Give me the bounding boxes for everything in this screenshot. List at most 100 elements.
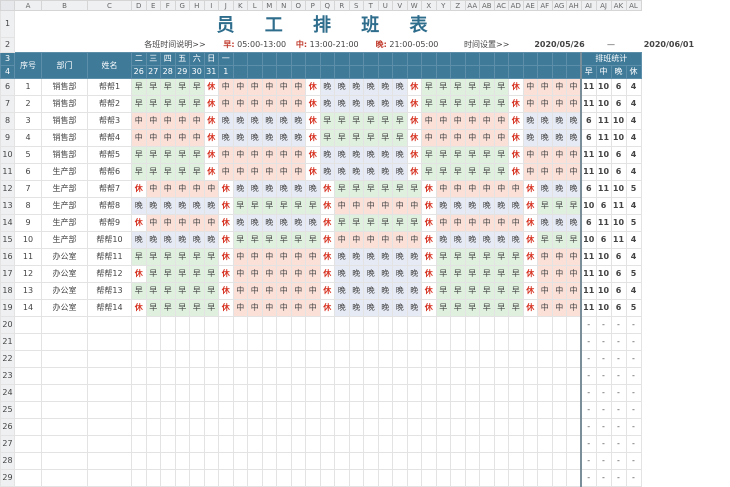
shift-cell[interactable]: 早 xyxy=(276,196,292,215)
empty-cell[interactable] xyxy=(131,451,147,470)
shift-cell[interactable]: 早 xyxy=(203,264,219,283)
shift-cell[interactable]: 晚 xyxy=(363,264,379,283)
dept-cell[interactable]: 销售部 xyxy=(41,145,88,164)
empty-cell[interactable] xyxy=(305,366,321,385)
shift-cell[interactable]: 晚 xyxy=(232,128,248,147)
empty-cell[interactable] xyxy=(392,417,408,436)
shift-cell[interactable]: 中 xyxy=(276,77,292,96)
shift-cell[interactable]: 早 xyxy=(435,281,451,300)
empty-cell[interactable] xyxy=(232,383,248,402)
shift-cell[interactable]: 中 xyxy=(261,247,277,266)
shift-cell[interactable]: 晚 xyxy=(392,77,408,96)
empty-cell[interactable] xyxy=(276,366,292,385)
empty-stat-cell[interactable]: - xyxy=(625,383,642,402)
stat-cell[interactable]: 6 xyxy=(610,162,627,181)
shift-cell[interactable]: 休 xyxy=(203,111,219,130)
shift-cell[interactable]: 中 xyxy=(189,111,205,130)
select-all-corner[interactable] xyxy=(0,0,15,11)
empty-stat-cell[interactable]: - xyxy=(625,434,642,453)
row-header[interactable]: 1 xyxy=(0,10,15,38)
shift-cell[interactable]: 中 xyxy=(174,111,190,130)
empty-cell[interactable] xyxy=(189,434,205,453)
shift-cell[interactable]: 中 xyxy=(203,213,219,232)
column-header[interactable]: AB xyxy=(479,0,495,11)
shift-cell[interactable]: 早 xyxy=(334,179,350,198)
shift-cell[interactable]: 中 xyxy=(290,162,306,181)
empty-cell[interactable] xyxy=(290,451,306,470)
column-header[interactable]: M xyxy=(261,0,277,11)
empty-cell[interactable] xyxy=(392,332,408,351)
shift-cell[interactable]: 晚 xyxy=(406,281,422,300)
name-cell[interactable]: 帮帮14 xyxy=(87,298,132,317)
empty-cell[interactable] xyxy=(174,451,190,470)
column-header[interactable]: AI xyxy=(580,0,597,11)
empty-cell[interactable] xyxy=(14,468,42,487)
column-header[interactable]: T xyxy=(363,0,379,11)
shift-cell[interactable]: 中 xyxy=(334,196,350,215)
shift-cell[interactable]: 晚 xyxy=(377,94,393,113)
empty-cell[interactable] xyxy=(145,366,161,385)
dept-cell[interactable]: 销售部 xyxy=(41,94,88,113)
shift-cell[interactable]: 中 xyxy=(232,94,248,113)
shift-cell[interactable]: 休 xyxy=(406,145,422,164)
empty-cell[interactable] xyxy=(218,315,234,334)
empty-cell[interactable] xyxy=(479,349,495,368)
column-header[interactable]: X xyxy=(421,0,437,11)
stat-cell[interactable]: 6 xyxy=(610,77,627,96)
empty-cell[interactable] xyxy=(508,434,524,453)
empty-cell[interactable] xyxy=(160,349,176,368)
empty-cell[interactable] xyxy=(493,366,509,385)
row-header[interactable]: 6 xyxy=(0,77,15,96)
shift-cell[interactable]: 早 xyxy=(189,145,205,164)
row-header[interactable]: 19 xyxy=(0,298,15,317)
seq-cell[interactable]: 11 xyxy=(14,247,42,266)
row-header[interactable]: 8 xyxy=(0,111,15,130)
column-header[interactable]: H xyxy=(189,0,205,11)
shift-cell[interactable]: 晚 xyxy=(392,264,408,283)
shift-cell[interactable]: 早 xyxy=(493,264,509,283)
stat-cell[interactable]: 4 xyxy=(625,247,642,266)
empty-cell[interactable] xyxy=(551,366,567,385)
shift-cell[interactable]: 中 xyxy=(290,281,306,300)
row-header[interactable]: 29 xyxy=(0,468,15,487)
shift-cell[interactable]: 早 xyxy=(377,213,393,232)
shift-cell[interactable]: 中 xyxy=(247,264,263,283)
empty-cell[interactable] xyxy=(377,315,393,334)
shift-cell[interactable]: 休 xyxy=(203,145,219,164)
shift-cell[interactable]: 早 xyxy=(305,196,321,215)
row-header[interactable]: 24 xyxy=(0,383,15,402)
shift-cell[interactable]: 早 xyxy=(261,196,277,215)
shift-cell[interactable]: 中 xyxy=(537,94,553,113)
shift-cell[interactable]: 早 xyxy=(145,298,161,317)
empty-cell[interactable] xyxy=(421,468,437,487)
shift-cell[interactable]: 中 xyxy=(276,145,292,164)
empty-cell[interactable] xyxy=(247,417,263,436)
empty-cell[interactable] xyxy=(189,417,205,436)
shift-cell[interactable]: 晚 xyxy=(522,111,538,130)
stat-cell[interactable]: 11 xyxy=(610,196,627,215)
shift-cell[interactable]: 早 xyxy=(145,145,161,164)
shift-cell[interactable]: 休 xyxy=(305,145,321,164)
shift-cell[interactable]: 晚 xyxy=(334,247,350,266)
empty-cell[interactable] xyxy=(522,349,538,368)
stat-cell[interactable]: 10 xyxy=(595,94,612,113)
empty-cell[interactable] xyxy=(247,349,263,368)
empty-cell[interactable] xyxy=(406,468,422,487)
empty-cell[interactable] xyxy=(145,468,161,487)
empty-cell[interactable] xyxy=(348,383,364,402)
shift-cell[interactable]: 晚 xyxy=(363,77,379,96)
stat-cell[interactable]: 10 xyxy=(595,264,612,283)
empty-cell[interactable] xyxy=(450,315,466,334)
empty-cell[interactable] xyxy=(14,383,42,402)
shift-cell[interactable]: 中 xyxy=(189,179,205,198)
column-header[interactable]: E xyxy=(145,0,161,11)
shift-cell[interactable]: 晚 xyxy=(334,298,350,317)
shift-cell[interactable]: 中 xyxy=(435,179,451,198)
name-cell[interactable]: 帮帮3 xyxy=(87,111,132,130)
shift-cell[interactable]: 中 xyxy=(276,281,292,300)
shift-cell[interactable]: 早 xyxy=(189,247,205,266)
shift-cell[interactable]: 晚 xyxy=(551,179,567,198)
empty-cell[interactable] xyxy=(537,434,553,453)
column-header[interactable]: O xyxy=(290,0,306,11)
shift-cell[interactable]: 休 xyxy=(319,281,335,300)
